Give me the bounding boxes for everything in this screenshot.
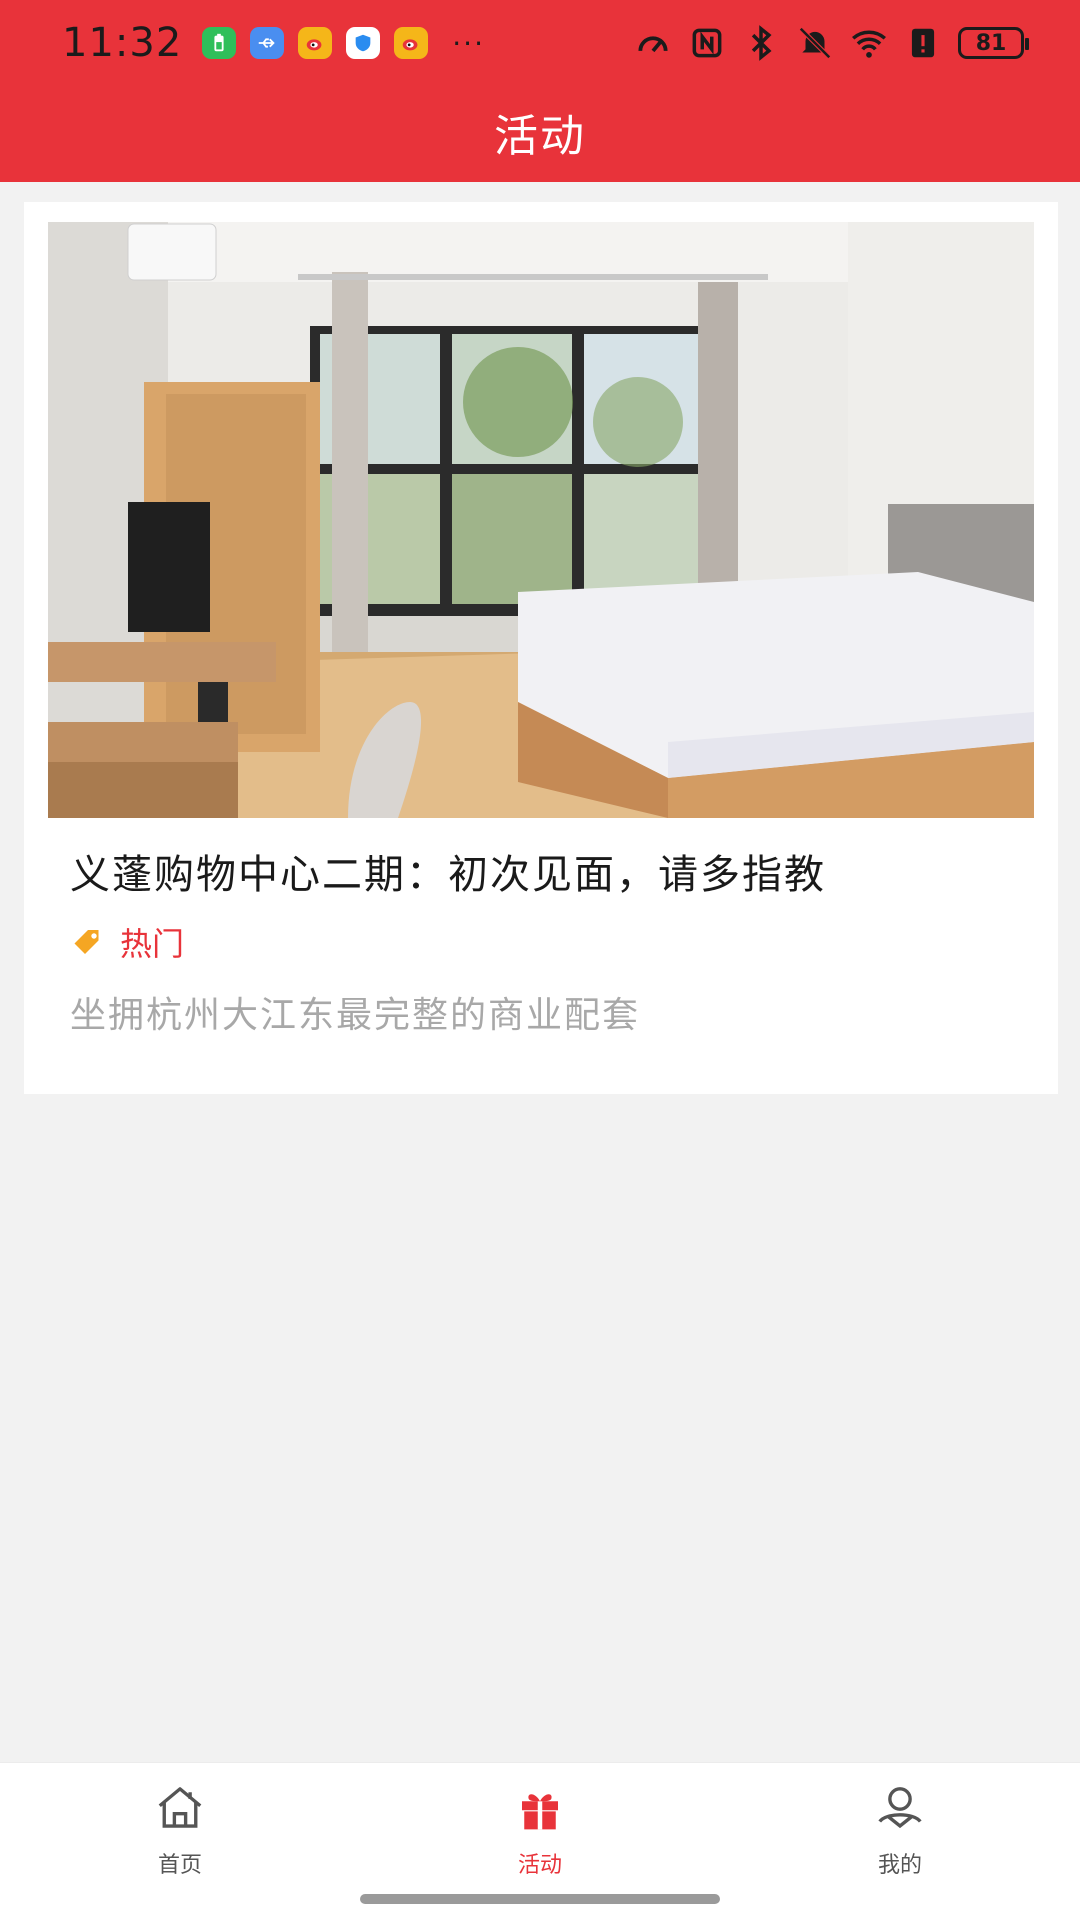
bluetooth-icon (751, 25, 772, 61)
activity-title: 义蓬购物中心二期：初次见面，请多指教 (70, 852, 826, 898)
status-bar: 11:32 ··· 81 (0, 0, 1080, 86)
home-indicator[interactable] (360, 1894, 720, 1904)
battery-saver-app-icon (202, 27, 237, 59)
battery-indicator: 81 (958, 27, 1029, 59)
app-screen: 11:32 ··· 81 活动 义蓬购物中心二期：初次见面，请多指教 热门 坐拥… (0, 0, 1080, 1920)
shield-app-icon (346, 27, 381, 59)
activity-image[interactable] (48, 222, 1034, 818)
header-bar: 11:32 ··· 81 活动 (0, 0, 1080, 182)
activity-card[interactable]: 义蓬购物中心二期：初次见面，请多指教 热门 坐拥杭州大江东最完整的商业配套 (24, 202, 1058, 1094)
notification-icons: ··· (202, 27, 485, 60)
usb-app-icon (250, 27, 285, 59)
tag-icon (74, 930, 99, 954)
weibo-app-icon (394, 27, 429, 59)
alert-icon (911, 28, 935, 58)
nav-label-mine: 我的 (877, 1853, 922, 1878)
mute-icon (799, 27, 831, 59)
activity-tag: 热门 (70, 920, 184, 964)
gift-icon (522, 1794, 558, 1830)
page-title: 活动 (494, 111, 586, 162)
nav-label-home: 首页 (157, 1853, 202, 1878)
nav-item-home[interactable]: 首页 (80, 1781, 280, 1891)
battery-level: 81 (975, 30, 1007, 56)
status-time: 11:32 (62, 20, 183, 66)
nav-item-mine[interactable]: 我的 (800, 1781, 1000, 1891)
wifi-icon (852, 30, 886, 58)
more-notifications: ··· (452, 26, 485, 60)
system-status-icons: 81 (634, 24, 1029, 62)
home-icon (158, 1787, 202, 1828)
tag-label: 热门 (120, 925, 185, 963)
activity-description: 坐拥杭州大江东最完整的商业配套 (70, 995, 641, 1036)
nfc-icon (692, 28, 722, 58)
nav-item-activity[interactable]: 活动 (440, 1781, 640, 1891)
user-icon (878, 1787, 922, 1829)
speed-icon (638, 36, 668, 53)
nav-label-activity: 活动 (517, 1853, 562, 1878)
weibo-app-icon (298, 27, 333, 59)
